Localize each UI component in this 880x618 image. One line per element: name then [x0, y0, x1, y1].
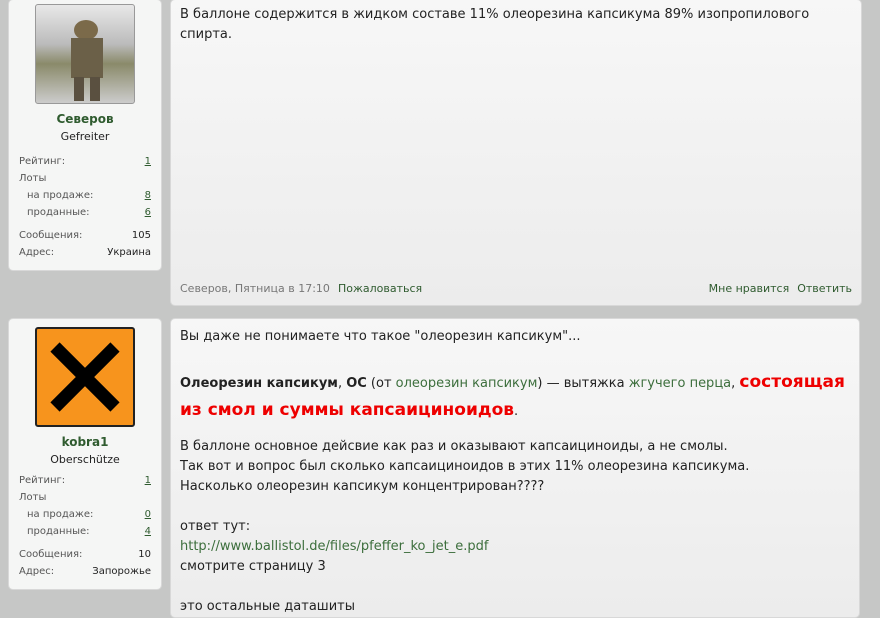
- post-line: Насколько олеорезин капсикум концентриро…: [180, 479, 545, 494]
- messages-count: 105: [131, 230, 151, 241]
- rating-label: Рейтинг:: [19, 156, 66, 167]
- messages-label: Сообщения:: [19, 549, 83, 560]
- on-sale-label: на продаже:: [27, 509, 94, 520]
- sold-label: проданные:: [27, 207, 90, 218]
- text: (от: [366, 376, 396, 391]
- rating-label: Рейтинг:: [19, 475, 66, 486]
- rating-link[interactable]: 1: [145, 153, 151, 170]
- report-link[interactable]: Пожаловаться: [338, 282, 422, 295]
- user-card: kobra1 Oberschütze Рейтинг: 1 Лоты на про…: [8, 318, 162, 590]
- post-line: это остальные даташиты: [180, 599, 355, 614]
- on-sale-link[interactable]: 8: [145, 187, 151, 204]
- text: ,: [337, 376, 347, 391]
- post-paragraph: Вы даже не понимаете что такое "олеорези…: [180, 329, 581, 344]
- messages-label: Сообщения:: [19, 230, 83, 241]
- sold-link[interactable]: 6: [145, 204, 151, 221]
- post-message: Вы даже не понимаете что такое "олеорези…: [170, 318, 860, 618]
- post-line: В баллоне основное дейсвие как раз и ока…: [180, 439, 728, 454]
- messages-count: 10: [138, 549, 151, 560]
- address-label: Адрес:: [19, 566, 55, 577]
- abbr: ОС: [346, 376, 367, 391]
- sold-link[interactable]: 4: [145, 523, 151, 540]
- address-value: Запорожье: [92, 566, 151, 577]
- post-line: ответ тут:: [180, 519, 251, 534]
- lots-label: Лоты: [19, 173, 47, 184]
- post-text: В баллоне содержится в жидком составе 11…: [180, 7, 810, 42]
- like-link[interactable]: Мне нравится: [709, 282, 790, 295]
- post-message: В баллоне содержится в жидком составе 11…: [170, 0, 862, 306]
- text: .: [514, 404, 519, 419]
- pdf-link[interactable]: http://www.ballistol.de/files/pfeffer_ko…: [180, 539, 488, 554]
- term: Олеорезин капсикум: [180, 376, 338, 391]
- pepper-link[interactable]: жгучего перца: [629, 376, 731, 391]
- address-value: Украина: [107, 247, 151, 258]
- definition: Олеорезин капсикум, ОС (от олеорезин кап…: [180, 369, 850, 425]
- scrollbar[interactable]: [866, 0, 880, 607]
- reply-link[interactable]: Ответить: [797, 282, 852, 295]
- avatar[interactable]: [35, 4, 135, 104]
- address-label: Адрес:: [19, 247, 55, 258]
- term-link[interactable]: олеорезин капсикум: [396, 376, 538, 391]
- user-rank: Oberschütze: [50, 453, 120, 466]
- username[interactable]: kobra1: [9, 435, 161, 449]
- post-meta: Северов, Пятница в 17:10: [180, 282, 330, 295]
- post-line: Так вот и вопрос был сколько капсаицинои…: [180, 459, 750, 474]
- username[interactable]: Северов: [9, 112, 161, 126]
- sold-label: проданные:: [27, 526, 90, 537]
- lots-label: Лоты: [19, 492, 47, 503]
- avatar[interactable]: [35, 327, 135, 427]
- on-sale-label: на продаже:: [27, 190, 94, 201]
- rating-link[interactable]: 1: [145, 472, 151, 489]
- user-card: Северов Gefreiter Рейтинг: 1 Лоты на прод…: [8, 0, 162, 271]
- on-sale-link[interactable]: 0: [145, 506, 151, 523]
- post-line: смотрите страницу 3: [180, 559, 326, 574]
- text: ) — вытяжка: [537, 376, 629, 391]
- user-rank: Gefreiter: [60, 130, 110, 143]
